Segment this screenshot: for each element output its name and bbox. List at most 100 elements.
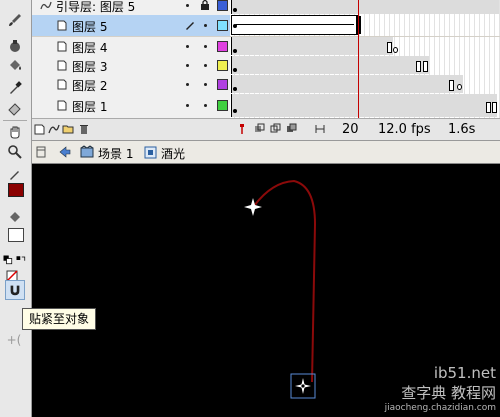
add-layer-icon[interactable] [34, 123, 46, 135]
timeline-toggle-icon[interactable] [36, 146, 46, 158]
frame-rate[interactable]: 12.0 fps [378, 122, 431, 137]
snap-to-objects-button[interactable] [5, 280, 25, 300]
visibility-dot[interactable] [186, 64, 189, 67]
watermark: ib51.net 查字典 教程网 jiaocheng.chazidian.com [385, 364, 496, 413]
layer-icon [57, 41, 67, 52]
current-frame: 20 [342, 122, 359, 137]
symbol-breadcrumb[interactable]: 酒光 [161, 145, 185, 162]
hand-tool-icon[interactable] [5, 122, 25, 142]
end-frame [449, 80, 454, 91]
timeline-footer: 20 12.0 fps 1.6s [32, 118, 500, 140]
center-frame-icon[interactable] [236, 123, 248, 135]
layer-row-5[interactable]: 图层 5 [32, 15, 500, 36]
scene-icon [80, 145, 94, 158]
pencil-edit-icon [186, 22, 194, 30]
zoom-tool-icon[interactable] [5, 142, 25, 162]
visibility-dot[interactable] [186, 45, 189, 48]
layer-row-guide[interactable]: 引导层: 图层 5 [32, 0, 500, 15]
layer-icon [57, 79, 67, 90]
keyframe-dot [233, 87, 237, 91]
end-frame [492, 102, 497, 113]
lock-dot[interactable] [204, 64, 207, 67]
edit-bar: 场景 1 酒光 [32, 140, 500, 164]
elapsed-time: 1.6s [448, 122, 476, 137]
layer-row-2[interactable]: 图层 2 [32, 75, 500, 94]
watermark-title: 查字典 教程网 [401, 384, 496, 402]
watermark-url: jiaocheng.chazidian.com [384, 403, 496, 413]
stage-canvas[interactable]: ib51.net 查字典 教程网 jiaocheng.chazidian.com [32, 164, 500, 417]
tween-arrow [236, 24, 354, 25]
layer-icon [57, 100, 67, 111]
visibility-dot[interactable] [186, 83, 189, 86]
sparkle-star-bottom [295, 378, 311, 394]
eraser-tool-icon[interactable] [5, 98, 25, 118]
layer-outline-color[interactable] [217, 79, 228, 90]
lock-dot[interactable] [204, 45, 207, 48]
ink-bottle-tool-icon[interactable] [5, 36, 25, 56]
keyframe-dot [233, 109, 237, 113]
eyedropper-tool-icon[interactable] [5, 78, 25, 98]
layer-icon [57, 60, 67, 71]
layer-icon [57, 20, 67, 31]
layer-name[interactable]: 图层 3 [72, 58, 107, 75]
keyframe-dot [233, 68, 237, 72]
tools-panel: +( [0, 0, 32, 417]
frame-span [231, 15, 359, 35]
layer-frames[interactable] [230, 0, 500, 15]
frame-span [231, 0, 499, 14]
onion-skin-outlines-icon[interactable] [270, 123, 282, 135]
layer-outline-color[interactable] [217, 60, 228, 71]
magnet-icon [10, 285, 20, 296]
paint-bucket-tool-icon[interactable] [5, 56, 25, 76]
keyframe-dot [233, 8, 237, 12]
end-frame [416, 61, 421, 72]
visibility-dot[interactable] [186, 4, 189, 7]
smooth-icon[interactable]: +( [4, 330, 24, 350]
lock-icon[interactable] [200, 0, 210, 11]
layer-name[interactable]: 图层 1 [72, 98, 107, 115]
layer-frames[interactable] [230, 15, 500, 36]
lock-dot[interactable] [204, 83, 207, 86]
layer-name[interactable]: 图层 4 [72, 39, 107, 56]
delete-layer-icon[interactable] [78, 123, 90, 135]
brush-tool-icon[interactable] [5, 10, 25, 30]
playhead[interactable] [358, 0, 359, 120]
fill-color-swatch[interactable] [8, 228, 24, 242]
snap-tooltip: 贴紧至对象 [22, 308, 97, 330]
layer-name[interactable]: 图层 2 [72, 77, 107, 94]
add-guide-layer-icon[interactable] [48, 123, 60, 135]
toolbar-divider [3, 120, 27, 121]
onion-skin-icon[interactable] [254, 123, 266, 135]
layer-row-1[interactable]: 图层 1 [32, 94, 500, 118]
guide-layer-icon [40, 1, 52, 10]
fill-color-bucket-icon [5, 208, 25, 228]
insert-folder-icon[interactable] [62, 123, 74, 135]
back-arrow-icon[interactable] [58, 145, 72, 159]
modify-onion-markers-icon[interactable] [314, 123, 326, 135]
layer-outline-color[interactable] [217, 20, 228, 31]
layer-name[interactable]: 图层 5 [72, 18, 107, 35]
edit-multiple-frames-icon[interactable] [286, 123, 298, 135]
layer-outline-color[interactable] [217, 100, 228, 111]
lock-dot[interactable] [204, 24, 207, 27]
scene-breadcrumb[interactable]: 场景 1 [98, 145, 133, 162]
layer-frames[interactable] [230, 75, 500, 94]
stroke-color-swatch[interactable] [8, 183, 24, 197]
visibility-dot[interactable] [186, 104, 189, 107]
layer-outline-color[interactable] [217, 0, 228, 11]
frame-span [231, 56, 429, 74]
layer-outline-color[interactable] [217, 41, 228, 52]
layer-frames[interactable] [230, 37, 500, 56]
frame-span [231, 94, 497, 117]
layer-frames[interactable] [230, 94, 500, 118]
layer-name[interactable]: 引导层: 图层 5 [56, 0, 135, 15]
layer-row-4[interactable]: 图层 4 [32, 37, 500, 56]
frame-span [231, 37, 393, 55]
motion-guide-path [253, 179, 317, 383]
layer-row-3[interactable]: 图层 3 [32, 56, 500, 75]
end-frame [387, 42, 392, 53]
layer-frames[interactable] [230, 56, 500, 75]
lock-dot[interactable] [204, 104, 207, 107]
keyframe-marker [457, 84, 462, 90]
end-frame [486, 102, 491, 113]
